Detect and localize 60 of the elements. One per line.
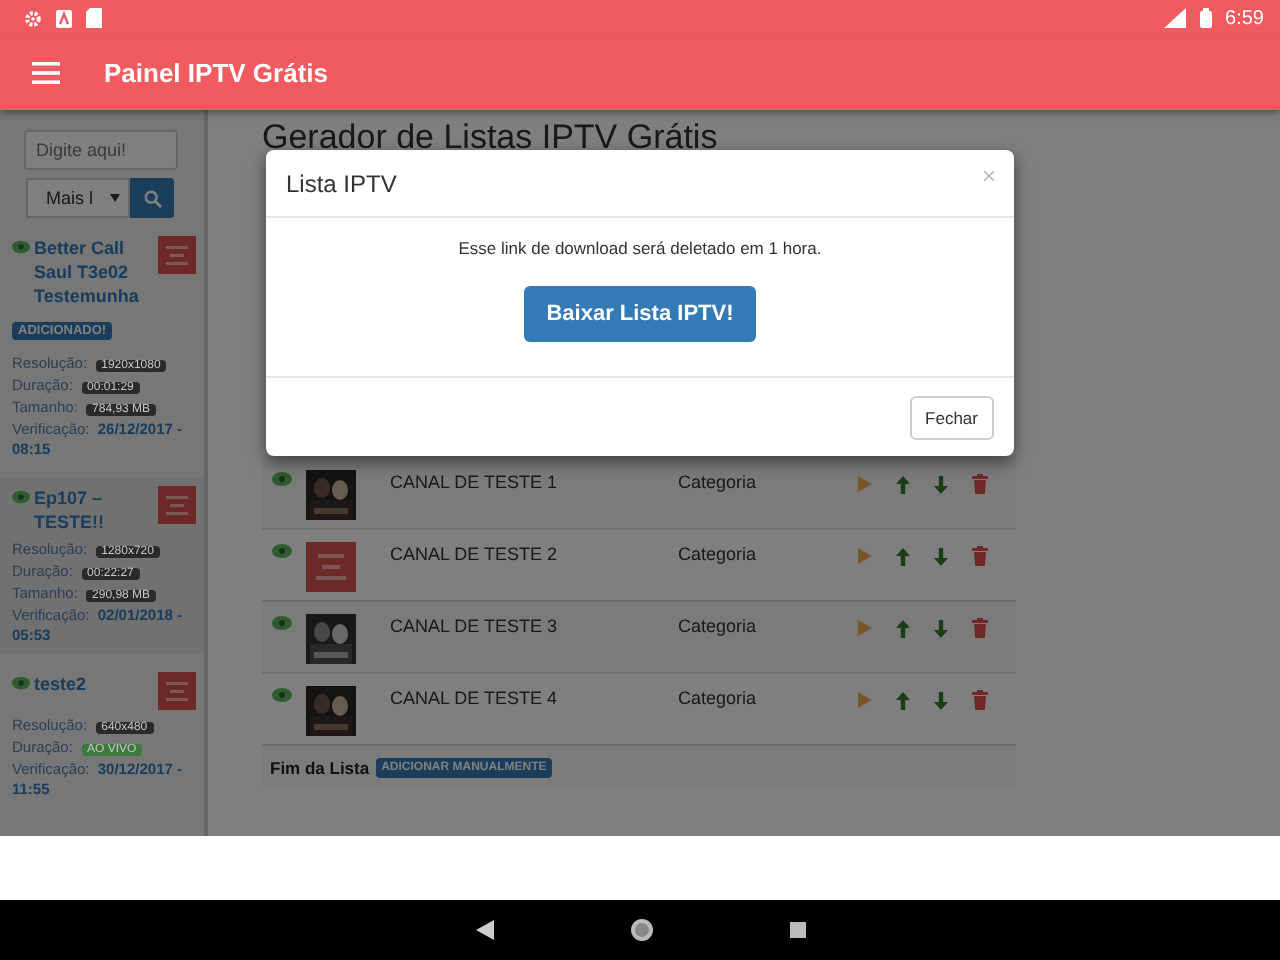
video-title: Ep107 – TESTE!! [34, 486, 106, 534]
arrow-down-icon[interactable] [934, 619, 948, 637]
menu-icon[interactable] [32, 62, 60, 84]
list-end-label: Fim da Lista [270, 757, 370, 777]
eye-icon[interactable] [272, 688, 292, 702]
play-icon[interactable] [858, 548, 872, 564]
clock-time: 6:59 [1225, 7, 1264, 29]
video-title: teste2 [34, 672, 89, 696]
channel-name: CANAL DE TESTE 3 [390, 616, 560, 636]
arrow-down-icon[interactable] [934, 475, 948, 493]
logo-icon [158, 236, 196, 274]
sd-card-icon [86, 8, 102, 28]
arrow-down-icon[interactable] [934, 691, 948, 709]
play-icon[interactable] [858, 620, 872, 636]
search-button[interactable] [130, 178, 174, 218]
search-field[interactable]: Digite aqui! [24, 130, 178, 170]
arrow-up-icon[interactable] [896, 691, 910, 709]
play-icon[interactable] [858, 692, 872, 708]
caret-icon [110, 194, 120, 202]
arrow-down-icon[interactable] [934, 547, 948, 565]
trash-icon[interactable] [972, 546, 988, 566]
channel-name: CANAL DE TESTE 2 [390, 544, 560, 564]
logo-icon [306, 542, 356, 592]
channel-name: CANAL DE TESTE 1 [390, 472, 560, 492]
channel-category: Categoria [678, 472, 759, 492]
modal-title: Lista IPTV [286, 169, 397, 197]
recents-icon[interactable] [789, 922, 805, 938]
eye-icon[interactable] [272, 616, 292, 630]
channel-category: Categoria [678, 616, 759, 636]
channel-name: CANAL DE TESTE 4 [390, 688, 560, 708]
trash-icon[interactable] [972, 474, 988, 494]
channel-category: Categoria [678, 688, 759, 708]
eye-icon [12, 490, 30, 504]
arrow-up-icon[interactable] [896, 475, 910, 493]
eye-icon [12, 676, 30, 690]
trash-icon[interactable] [972, 618, 988, 638]
modal-message: Esse link de download será deletado em 1 hora. [458, 238, 822, 258]
battery-icon [1199, 8, 1212, 28]
signal-icon [1163, 8, 1186, 28]
back-icon[interactable] [475, 920, 493, 940]
play-icon[interactable] [858, 476, 872, 492]
trash-icon[interactable] [972, 690, 988, 710]
logo-icon [158, 672, 196, 710]
download-button[interactable]: Baixar Lista IPTV! [524, 286, 756, 342]
arrow-up-icon[interactable] [896, 547, 910, 565]
close-button[interactable]: Fechar [909, 395, 994, 439]
search-icon [143, 189, 161, 207]
page-heading: Gerador de Listas IPTV Grátis [262, 118, 720, 154]
filter-dropdown[interactable]: Mais l [26, 178, 130, 218]
logo-icon [158, 486, 196, 524]
channel-category: Categoria [678, 544, 759, 564]
gear-icon [24, 9, 42, 27]
arrow-up-icon[interactable] [896, 619, 910, 637]
eye-icon [12, 240, 30, 254]
app-title: Painel IPTV Grátis [104, 58, 328, 88]
eye-icon[interactable] [272, 472, 292, 486]
notification-icon [56, 9, 72, 27]
eye-icon[interactable] [272, 544, 292, 558]
home-icon[interactable] [629, 918, 653, 942]
video-title: Better Call Saul T3e02 Testemunha [34, 236, 141, 308]
